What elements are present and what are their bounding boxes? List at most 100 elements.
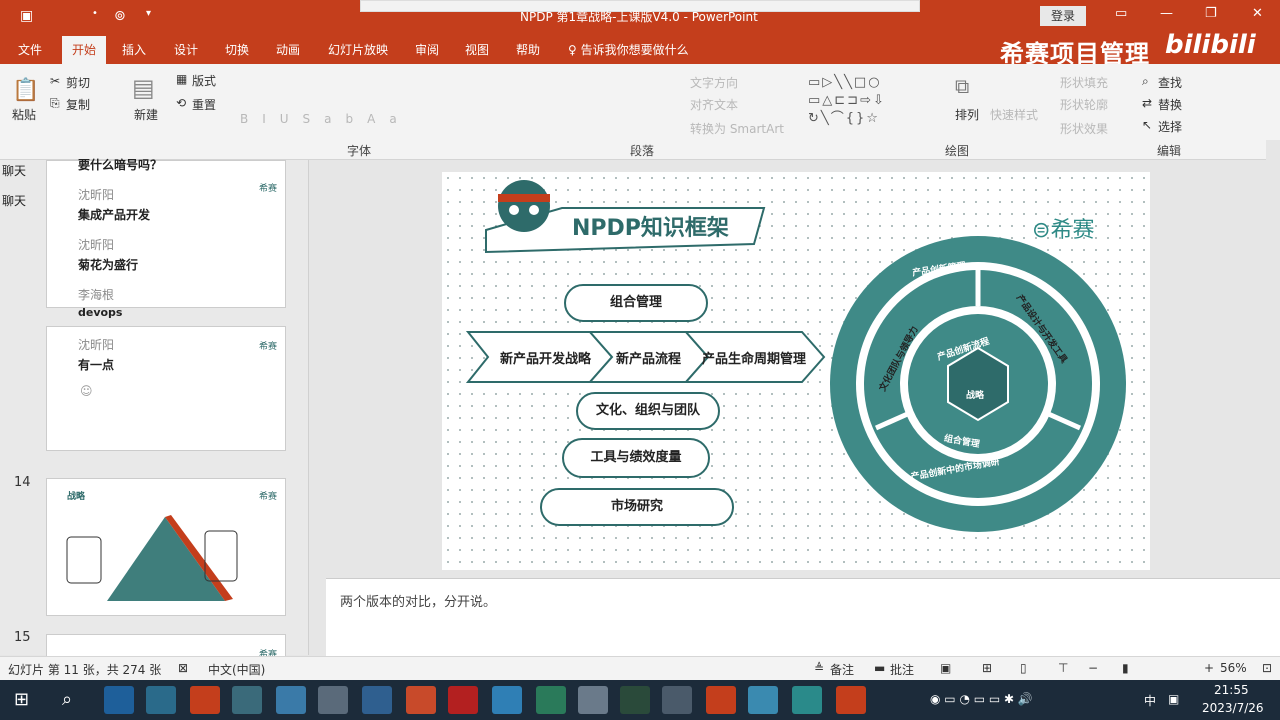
tell-me-box[interactable]: ♀ 告诉我你想要做什么 — [568, 41, 689, 58]
smartart-button[interactable]: 转换为 SmartArt — [690, 120, 784, 137]
new-slide-button[interactable]: 新建 — [134, 106, 158, 123]
undo-icon[interactable]: • — [92, 8, 98, 19]
paste-icon[interactable]: 📋 — [12, 78, 39, 103]
emoji-icon[interactable]: ☺ — [80, 384, 93, 398]
fit-window-icon[interactable]: ⊡ — [1262, 661, 1272, 675]
tab-help[interactable]: 帮助 — [516, 41, 540, 58]
cut-button[interactable]: 剪切 — [66, 74, 90, 91]
find-icon[interactable]: ⌕ — [1142, 74, 1149, 89]
restore-icon[interactable]: ❐ — [1205, 6, 1217, 21]
ribbon-display-icon[interactable]: ▭ — [1115, 6, 1127, 21]
tab-file[interactable]: 文件 — [18, 41, 42, 58]
sorter-view-icon[interactable]: ⊞ — [982, 661, 992, 675]
layout-icon[interactable]: ▦ — [176, 72, 187, 86]
copy-icon[interactable]: ⎘ — [50, 96, 60, 111]
quick-styles-button[interactable]: 快速样式 — [990, 106, 1038, 123]
tab-home[interactable]: 开始 — [62, 36, 107, 64]
zoom-in-icon[interactable]: + — [1204, 661, 1214, 675]
tab-slideshow[interactable]: 幻灯片放映 — [328, 41, 388, 58]
keyboard-icon[interactable]: ▣ — [1168, 692, 1179, 706]
new-slide-icon[interactable]: ▤ — [132, 74, 155, 102]
app-icon[interactable] — [748, 686, 778, 714]
normal-view-icon[interactable]: ▣ — [940, 661, 951, 675]
ring-center: 战略 — [966, 391, 985, 401]
powerpoint-icon[interactable] — [706, 686, 736, 714]
pill-market[interactable]: 市场研究 — [540, 488, 734, 526]
reset-icon[interactable]: ⟲ — [176, 96, 186, 110]
notes-button[interactable]: 备注 — [830, 661, 854, 678]
slideshow-view-icon[interactable]: ⊤ — [1058, 661, 1068, 675]
zoom-slider[interactable]: ▮ — [1122, 661, 1129, 675]
layout-button[interactable]: 版式 — [192, 72, 216, 89]
clock-time[interactable]: 21:55 — [1214, 683, 1249, 697]
replace-button[interactable]: 替换 — [1158, 96, 1182, 113]
minimize-icon[interactable]: — — [1160, 6, 1173, 21]
app-icon[interactable] — [406, 686, 436, 714]
app-icon[interactable] — [836, 686, 866, 714]
paste-button[interactable]: 粘贴 — [12, 106, 36, 123]
text-direction-button[interactable]: 文字方向 — [690, 74, 738, 91]
current-slide[interactable]: NPDP知识框架 ⊜希赛 组合管理 文化、组织与团队 工具与绩效度量 市场研究 … — [442, 172, 1150, 570]
comments-button[interactable]: 批注 — [890, 661, 914, 678]
ime-indicator[interactable]: 中 — [1144, 692, 1156, 709]
app-icon[interactable] — [362, 686, 392, 714]
language-label[interactable]: 中文(中国) — [208, 661, 265, 678]
app-icon[interactable] — [578, 686, 608, 714]
tab-insert[interactable]: 插入 — [122, 41, 146, 58]
font-format-buttons[interactable]: BIUSabAa — [240, 112, 411, 126]
pill-culture[interactable]: 文化、组织与团队 — [576, 392, 720, 430]
save-icon[interactable]: ▣ — [20, 8, 33, 24]
title-bar: ▣ • ⊚ ▾ NPDP 第1章战略-上课版V4.0 - PowerPoint … — [0, 0, 1280, 34]
replace-icon[interactable]: ⇄ — [1142, 96, 1152, 110]
select-button[interactable]: 选择 — [1158, 118, 1182, 135]
tab-animations[interactable]: 动画 — [276, 41, 300, 58]
shape-fill-button[interactable]: 形状填充 — [1060, 74, 1108, 91]
close-icon[interactable]: ✕ — [1252, 6, 1263, 21]
pill-tools[interactable]: 工具与绩效度量 — [562, 438, 710, 478]
cut-icon[interactable]: ✂ — [50, 74, 60, 88]
login-button[interactable]: 登录 — [1040, 6, 1086, 26]
start-icon[interactable]: ⊞ — [14, 689, 29, 710]
app-icon[interactable] — [232, 686, 262, 714]
slideshow-icon[interactable]: ⊚ — [114, 8, 126, 24]
zoom-out-icon[interactable]: − — [1088, 661, 1098, 675]
shape-outline-button[interactable]: 形状轮廓 — [1060, 96, 1108, 113]
chat-message: 要什么暗号吗？ — [78, 158, 163, 172]
search-icon[interactable]: ⌕ — [62, 689, 72, 710]
app-icon[interactable] — [662, 686, 692, 714]
slide-thumbnail-14[interactable]: 战略 希赛 — [46, 478, 286, 616]
select-icon[interactable]: ↖ — [1142, 118, 1152, 132]
shapes-gallery[interactable]: ▭▷╲╲□○ ▭△⊏⊐⇨⇩ ↻╲⌒{}☆ — [808, 74, 938, 130]
app-icon[interactable] — [318, 686, 348, 714]
clock-date[interactable]: 2023/7/26 — [1202, 701, 1264, 715]
arrange-icon[interactable]: ⧉ — [955, 74, 969, 98]
tray-icons[interactable]: ◉ ▭ ◔ ▭ ▭ ✱ 🔊 — [930, 692, 1033, 706]
app-icon[interactable] — [620, 686, 650, 714]
pdf-icon[interactable] — [448, 686, 478, 714]
notes-pane[interactable]: 两个版本的对比，分开说。 — [326, 578, 1280, 656]
app-icon[interactable] — [146, 686, 176, 714]
pill-portfolio[interactable]: 组合管理 — [564, 284, 708, 322]
comments-icon: ▬ — [874, 661, 886, 675]
tab-view[interactable]: 视图 — [465, 41, 489, 58]
arrange-button[interactable]: 排列 — [955, 106, 979, 123]
edge-icon[interactable] — [104, 686, 134, 714]
app-icon[interactable] — [536, 686, 566, 714]
align-text-button[interactable]: 对齐文本 — [690, 96, 738, 113]
reset-button[interactable]: 重置 — [192, 96, 216, 113]
customize-qat-icon[interactable]: ▾ — [146, 8, 151, 19]
spellcheck-icon[interactable]: ⊠ — [178, 661, 188, 675]
app-icon[interactable] — [492, 686, 522, 714]
zoom-level[interactable]: 56% — [1220, 661, 1247, 675]
app-icon[interactable] — [190, 686, 220, 714]
find-button[interactable]: 查找 — [1158, 74, 1182, 91]
reading-view-icon[interactable]: ▯ — [1020, 661, 1027, 675]
app-icon[interactable] — [792, 686, 822, 714]
tab-design[interactable]: 设计 — [174, 41, 198, 58]
shape-effect-button[interactable]: 形状效果 — [1060, 120, 1108, 137]
thumbnail-scrollbar[interactable] — [308, 160, 322, 655]
tab-review[interactable]: 审阅 — [415, 41, 439, 58]
copy-button[interactable]: 复制 — [66, 96, 90, 113]
tab-transitions[interactable]: 切换 — [225, 41, 249, 58]
app-icon[interactable] — [276, 686, 306, 714]
